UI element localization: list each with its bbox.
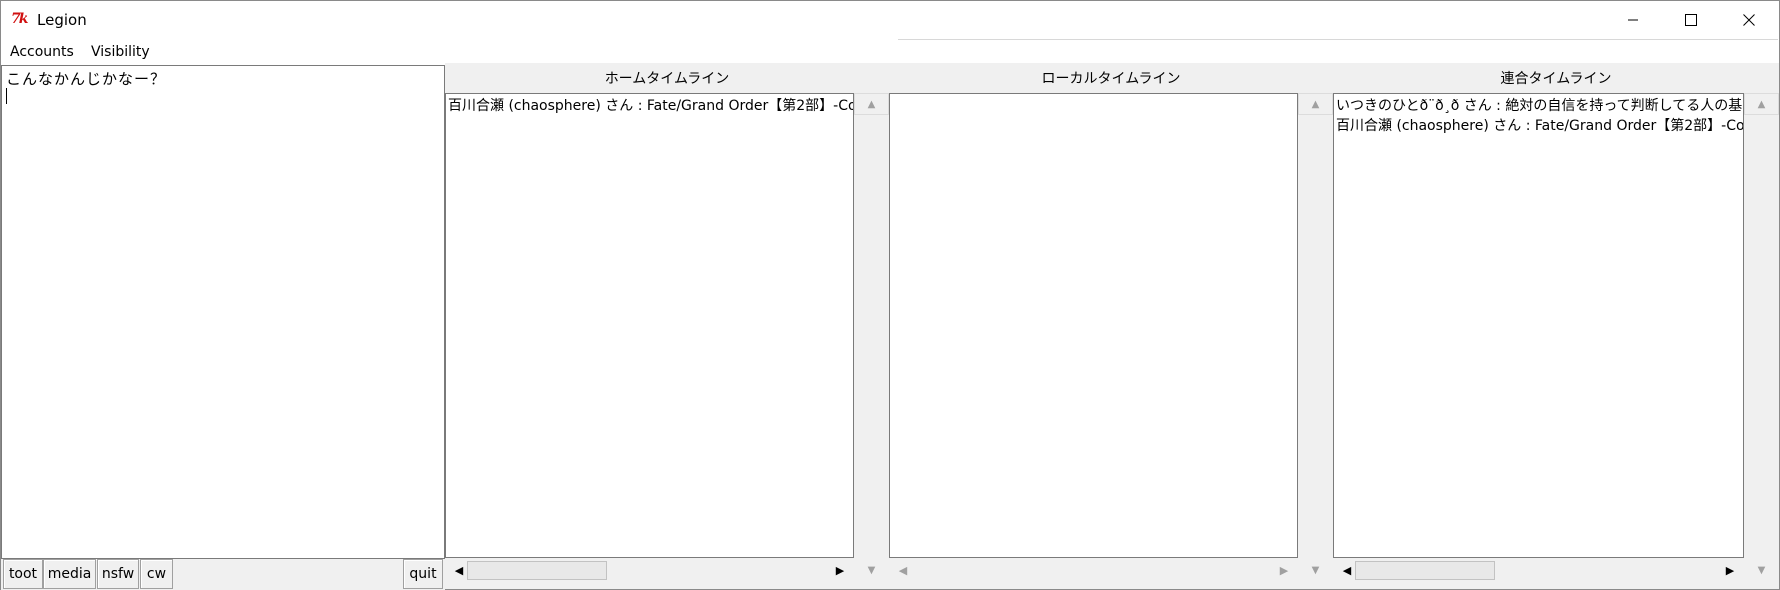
app-window: 7k Legion Accounts Visibility こんなかんじかなー？… [0,0,1780,590]
federated-timeline-hscrollbar[interactable]: ◀ ▶ [1333,558,1744,582]
toot-button[interactable]: toot [3,559,43,589]
local-timeline-hscrollbar[interactable]: ◀ ▶ [889,558,1298,582]
title-bar[interactable]: 7k Legion [1,1,1779,39]
maximize-icon [1685,14,1697,26]
cw-button[interactable]: cw [140,559,173,589]
local-timeline-column: ローカルタイムライン ▲ ◀ ▶ ▼ [889,63,1333,589]
home-timeline-list[interactable]: 百川合瀬 (chaosphere) さん : Fate/Grand Order【… [445,93,854,558]
scroll-left-arrow-icon[interactable]: ◀ [451,562,467,578]
local-timeline-title: ローカルタイムライン [1041,71,1181,87]
scroll-down-arrow-icon[interactable]: ▼ [1298,558,1333,582]
tk-feather-icon: 7k [11,11,28,27]
home-timeline-hscrollbar[interactable]: ◀ ▶ [445,558,854,582]
scroll-right-arrow-icon[interactable]: ▶ [1276,562,1292,578]
compose-text: こんなかんじかなー？ [6,70,167,88]
minimize-button[interactable] [1604,1,1662,39]
compose-textarea[interactable]: こんなかんじかなー？ [1,65,445,559]
federated-timeline-list[interactable]: いつきのひとð¨ð¸ð さん : 絶対の自信を持って判断してる人の基準自体 百川… [1333,93,1744,558]
close-icon [1743,14,1755,26]
scroll-left-arrow-icon[interactable]: ◀ [895,562,911,578]
scroll-up-arrow-icon[interactable]: ▲ [854,93,889,115]
federated-timeline-column: 連合タイムライン いつきのひとð¨ð¸ð さん : 絶対の自信を持って判断してる… [1333,63,1779,589]
home-timeline-column: ホームタイムライン 百川合瀬 (chaosphere) さん : Fate/Gr… [445,63,889,589]
scroll-up-arrow-icon[interactable]: ▲ [1744,93,1779,115]
scrollbar-thumb[interactable] [467,561,607,580]
menu-accounts[interactable]: Accounts [10,44,74,60]
scroll-up-arrow-icon[interactable]: ▲ [1298,93,1333,115]
action-button-bar: toot media nsfw cw quit [1,559,445,590]
list-item[interactable]: いつきのひとð¨ð¸ð さん : 絶対の自信を持って判断してる人の基準自体 [1336,95,1743,115]
list-item[interactable]: 百川合瀬 (chaosphere) さん : Fate/Grand Order【… [1336,115,1743,135]
federated-timeline-vscrollbar[interactable]: ▲ [1744,93,1779,558]
scroll-down-arrow-icon[interactable]: ▼ [1744,558,1779,582]
scroll-right-arrow-icon[interactable]: ▶ [1722,562,1738,578]
list-item[interactable]: 百川合瀬 (chaosphere) さん : Fate/Grand Order【… [448,95,853,115]
local-timeline-list[interactable] [889,93,1298,558]
quit-button[interactable]: quit [403,559,443,589]
home-timeline-vscrollbar[interactable]: ▲ [854,93,889,558]
local-timeline-vscrollbar[interactable]: ▲ [1298,93,1333,558]
scroll-down-arrow-icon[interactable]: ▼ [854,558,889,582]
scroll-right-arrow-icon[interactable]: ▶ [832,562,848,578]
window-title: Legion [37,11,87,29]
scrollbar-thumb[interactable] [1355,561,1495,580]
home-timeline-title: ホームタイムライン [604,71,730,87]
nsfw-button[interactable]: nsfw [97,559,139,589]
title-divider [898,39,1778,40]
federated-timeline-title: 連合タイムライン [1500,71,1612,87]
text-caret [6,88,7,104]
menu-visibility[interactable]: Visibility [91,44,150,60]
close-button[interactable] [1720,1,1778,39]
minimize-icon [1628,19,1638,21]
maximize-button[interactable] [1662,1,1720,39]
menu-bar: Accounts Visibility [1,42,441,64]
media-button[interactable]: media [43,559,96,589]
scroll-left-arrow-icon[interactable]: ◀ [1339,562,1355,578]
